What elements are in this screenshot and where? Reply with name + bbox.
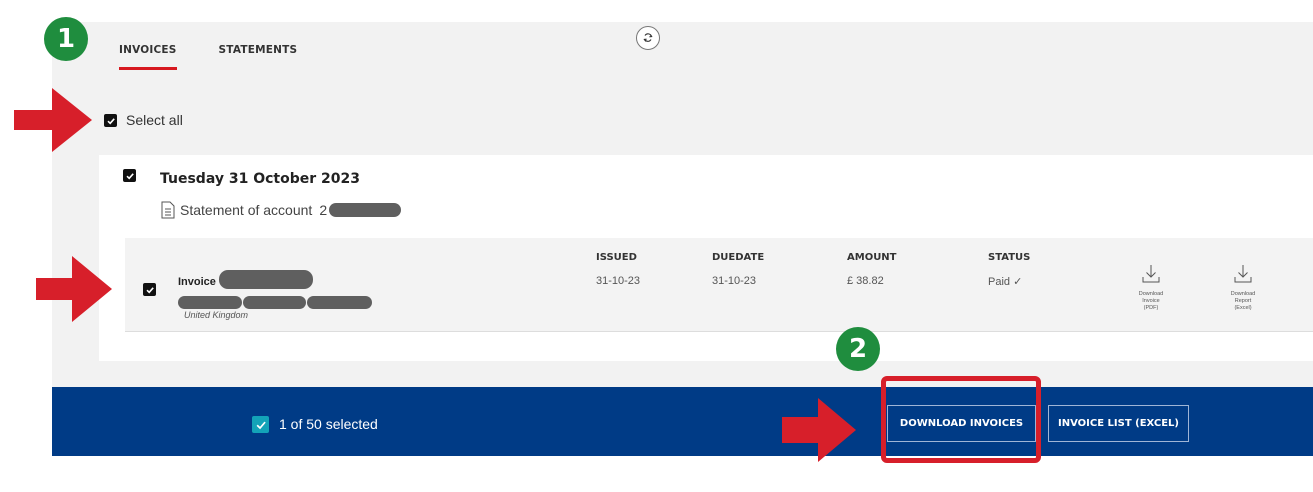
download-excel-line-3: (Excel) (1234, 305, 1252, 311)
invoice-label: Invoice (178, 276, 216, 288)
download-excel-line-2: Report (1234, 298, 1252, 304)
document-icon (161, 201, 175, 219)
selected-count: 1 of 50 selected (279, 416, 378, 432)
statement-number-prefix: 2 (319, 202, 328, 218)
tab-bar: INVOICES STATEMENTS (119, 44, 297, 70)
duedate-value: 31-10-23 (712, 275, 757, 287)
column-header-amount: AMOUNT (847, 252, 897, 263)
arrow-right-icon (782, 398, 856, 462)
issued-value: 31-10-23 (596, 275, 641, 287)
redacted-address-3 (307, 296, 372, 309)
checkmark-icon (145, 286, 154, 293)
group-date: Tuesday 31 October 2023 (160, 171, 360, 187)
redacted-statement-number (329, 203, 402, 217)
download-excel-line-1: Download (1230, 291, 1256, 297)
arrow-right-icon (14, 88, 92, 152)
column-header-duedate: DUEDATE (712, 252, 765, 263)
status-value: Paid ✓ (988, 276, 1023, 288)
column-header-issued: ISSUED (596, 252, 637, 263)
step-badge-2: 2 (836, 327, 880, 371)
checkmark-icon (125, 172, 134, 179)
invoice-name: Invoice (178, 276, 216, 288)
download-pdf-line-1: Download (1138, 291, 1164, 297)
statement-label: Statement of account (180, 202, 313, 218)
download-pdf-line-3: (PDF) (1143, 305, 1159, 311)
checkmark-icon (256, 421, 266, 429)
redacted-address-2 (243, 296, 306, 309)
selected-checkbox[interactable] (252, 416, 269, 433)
refresh-button[interactable] (636, 26, 660, 50)
tab-invoices[interactable]: INVOICES (119, 44, 177, 70)
arrow-right-icon (36, 256, 112, 322)
column-header-status: STATUS (988, 252, 1031, 263)
invoice-checkbox[interactable] (143, 283, 156, 296)
tab-statements[interactable]: STATEMENTS (219, 44, 298, 70)
download-icon (1142, 265, 1160, 283)
download-icon (1234, 265, 1252, 283)
invoices-page: INVOICES STATEMENTS Select all Tuesday 3… (0, 0, 1313, 492)
download-invoice-pdf-button[interactable]: Download Invoice (PDF) (1126, 264, 1176, 312)
invoice-list-excel-button[interactable]: INVOICE LIST (EXCEL) (1048, 405, 1189, 442)
download-report-excel-button[interactable]: Download Report (Excel) (1218, 264, 1268, 312)
select-all-checkbox[interactable] (104, 114, 117, 127)
amount-value: £ 38.82 (847, 275, 884, 287)
statement-link[interactable]: Statement of account 2 (160, 201, 402, 219)
redacted-address-1 (178, 296, 242, 309)
download-pdf-line-2: Invoice (1142, 298, 1160, 304)
step-badge-1: 1 (44, 17, 88, 61)
redacted-invoice-number (219, 270, 313, 289)
highlight-box (881, 376, 1041, 463)
invoice-country: United Kingdom (184, 310, 249, 320)
select-all-label[interactable]: Select all (126, 112, 183, 128)
refresh-icon (643, 33, 653, 42)
checkmark-icon (106, 117, 115, 124)
group-checkbox[interactable] (123, 169, 136, 182)
